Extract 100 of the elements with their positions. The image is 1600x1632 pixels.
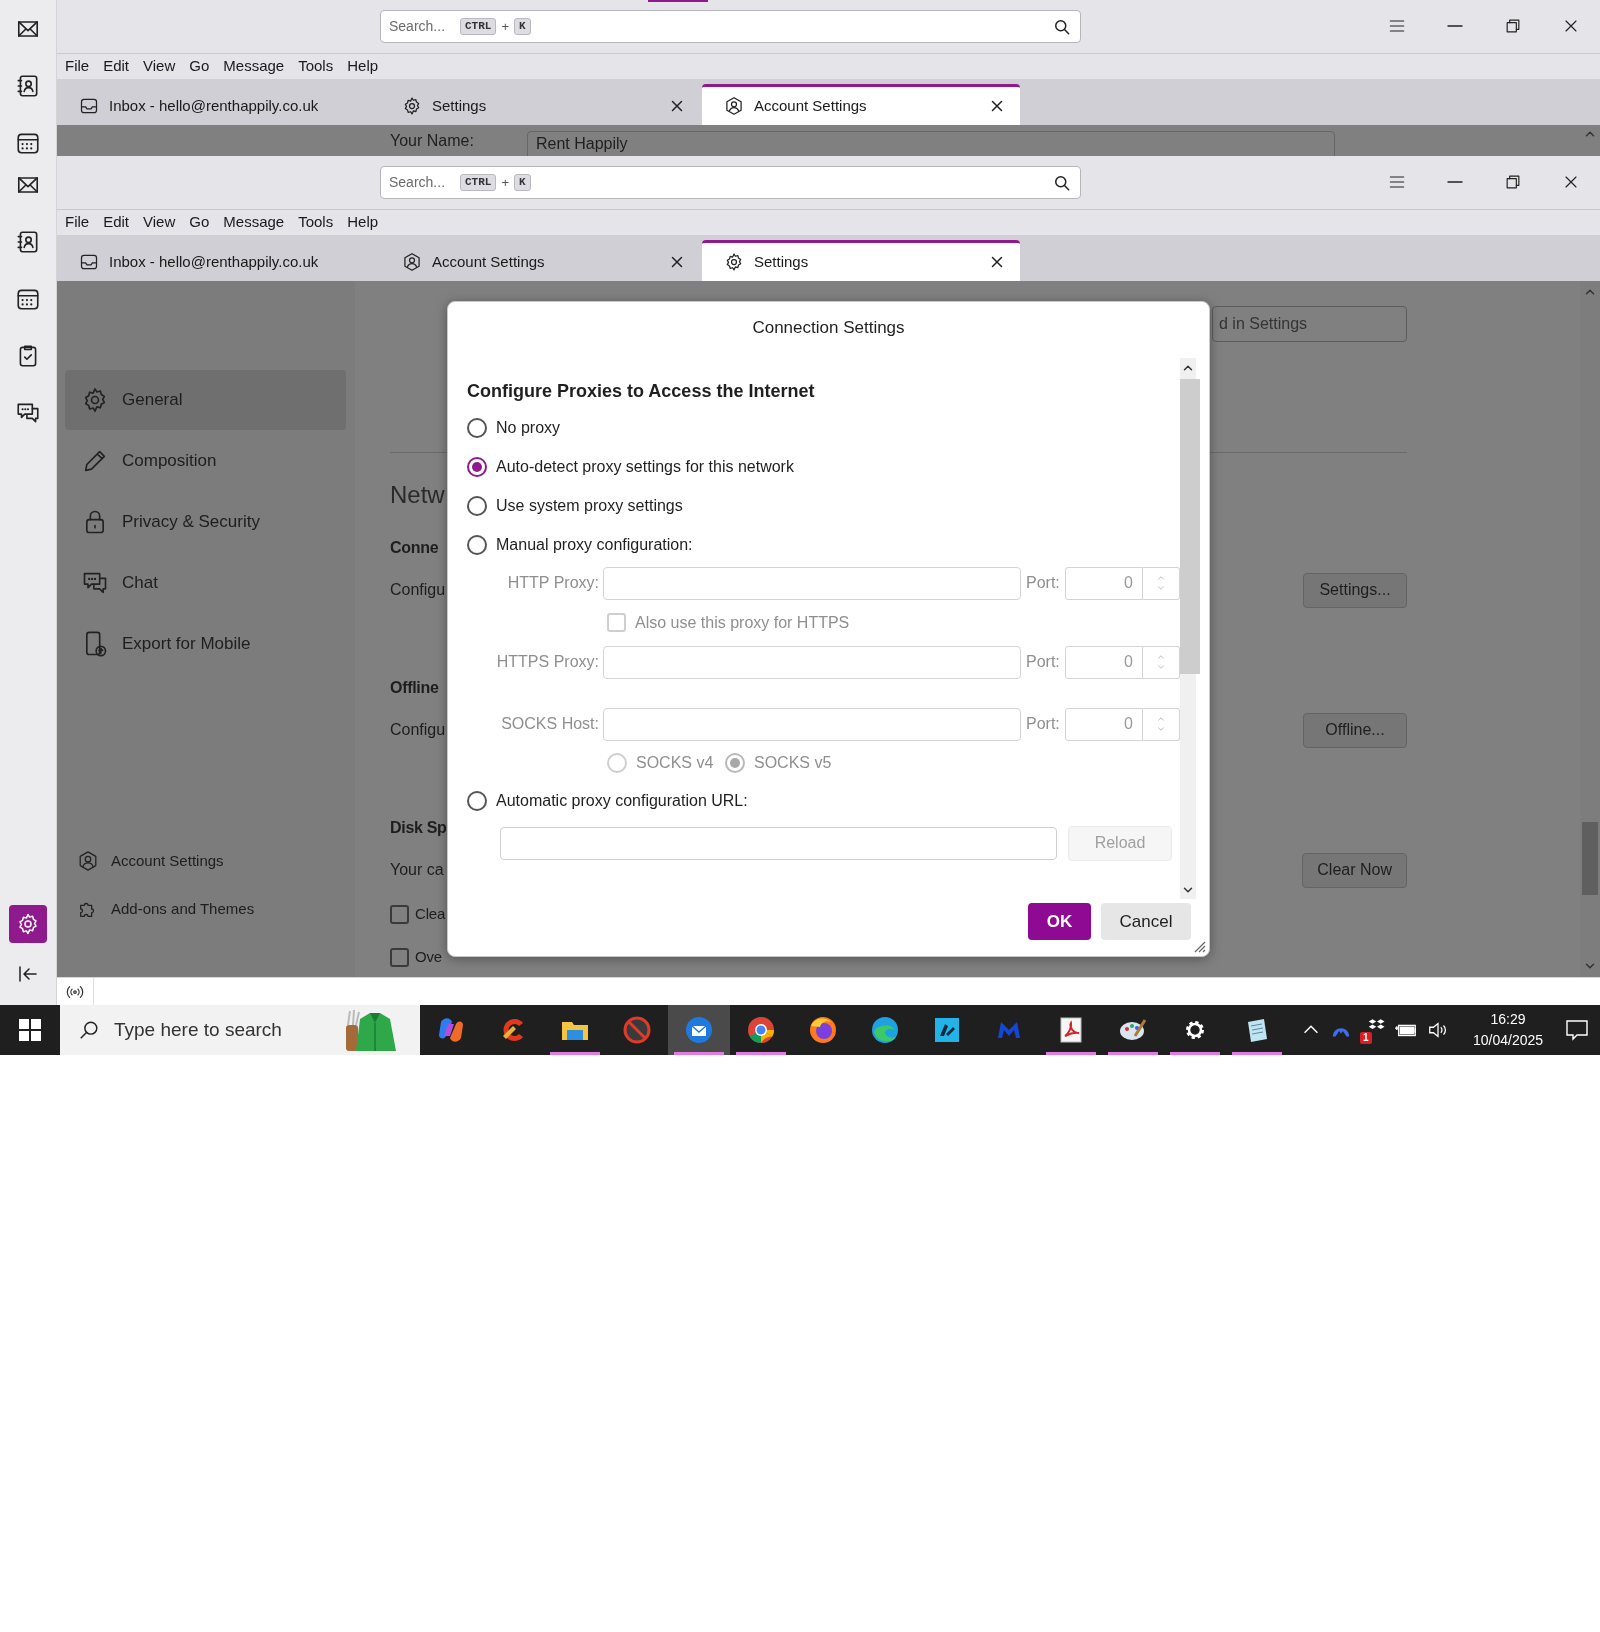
page-button[interactable]: Settings...	[1303, 572, 1407, 608]
menu-item[interactable]: Message	[219, 55, 289, 78]
menu-item[interactable]: File	[61, 55, 94, 78]
key-cap: K	[514, 18, 531, 35]
key-cap: K	[514, 174, 531, 191]
mail-app-icon	[683, 1014, 715, 1046]
tab[interactable]: Account Settings	[380, 240, 700, 281]
option-label[interactable]: No proxy	[496, 415, 561, 440]
chevron-down-icon	[1155, 583, 1167, 593]
chevron-up-icon	[1155, 652, 1167, 662]
page-button[interactable]: Clear Now	[1302, 852, 1407, 888]
nav-item[interactable]: Privacy & Security	[65, 492, 346, 552]
tab[interactable]: Inbox - hello@renthappily.co.uk	[57, 240, 378, 281]
description-text: Configu	[390, 580, 446, 600]
search-input[interactable]: Search...	[389, 172, 455, 193]
option-label[interactable]: Auto-detect proxy settings for this network	[496, 454, 794, 479]
checkbox-label: Clea	[415, 904, 446, 925]
chevron-up-icon	[1155, 573, 1167, 583]
tab-label: Settings	[754, 251, 809, 272]
minimize-icon	[1447, 181, 1463, 183]
search-icon	[78, 1019, 100, 1041]
tab-label: Settings	[432, 95, 487, 116]
menu-item[interactable]: File	[61, 211, 94, 234]
port-label: Port:	[1025, 573, 1061, 593]
chevron-up-icon	[1155, 714, 1167, 724]
settings-button[interactable]	[9, 905, 47, 943]
search-bar[interactable]: Search... CTRL + K	[380, 10, 1081, 43]
nav-item[interactable]: Chat	[65, 553, 346, 613]
menu-item[interactable]: View	[139, 211, 180, 234]
resize-grip-icon[interactable]	[1192, 939, 1206, 953]
menu-item[interactable]: View	[139, 55, 180, 78]
nav-item[interactable]: Composition	[65, 431, 346, 491]
browser-icon	[869, 1014, 901, 1046]
field-label: Your Name:	[390, 130, 475, 151]
scrollbar-thumb[interactable]	[1582, 822, 1598, 895]
menu-item[interactable]: Tools	[294, 211, 338, 234]
menu-item[interactable]: Help	[343, 55, 383, 78]
gear-icon	[724, 252, 744, 272]
radio-button[interactable]	[467, 534, 487, 555]
option-label[interactable]: Use system proxy settings	[496, 493, 683, 518]
checkbox[interactable]	[390, 905, 409, 924]
plus-sign: +	[501, 173, 509, 192]
plus-sign: +	[501, 17, 509, 36]
search-bar[interactable]: Search... CTRL + K	[380, 166, 1081, 199]
menu-item[interactable]: Message	[219, 211, 289, 234]
notification-badge: 1	[1360, 1032, 1372, 1044]
checkbox-label: Also use this proxy for HTTPS	[635, 612, 850, 633]
description-text: Your ca	[390, 860, 444, 880]
search-field[interactable]: d in Settings	[1212, 306, 1407, 342]
option-label[interactable]: Automatic proxy configuration URL:	[496, 789, 748, 813]
search-input[interactable]: Search...	[389, 16, 455, 37]
nav-link[interactable]: Add-ons and Themes	[65, 885, 347, 933]
chevron-down-icon	[1155, 662, 1167, 672]
key-cap: CTRL	[460, 174, 497, 191]
inbox-icon	[79, 252, 99, 272]
key-cap: CTRL	[460, 18, 497, 35]
nav-item[interactable]: Export for Mobile	[65, 614, 346, 674]
menu-item[interactable]: Edit	[99, 211, 134, 234]
field-label: SOCKS Host:	[500, 714, 600, 734]
radio-button[interactable]	[467, 417, 487, 438]
radio-button[interactable]	[467, 495, 487, 516]
port-label: Port:	[1025, 652, 1061, 672]
browser-icon	[745, 1014, 777, 1046]
clock-time: 16:29	[1490, 1010, 1526, 1029]
taskbar-button[interactable]	[668, 1005, 730, 1055]
section-heading: Configure Proxies to Access the Internet	[467, 379, 815, 403]
account-icon	[402, 252, 422, 272]
nav-link[interactable]: Account Settings	[65, 837, 347, 885]
menu-item[interactable]: Go	[185, 211, 214, 234]
radio-button[interactable]	[467, 791, 487, 811]
tab[interactable]: Settings	[702, 240, 1020, 281]
field-label: HTTP Proxy:	[506, 573, 600, 593]
description-text: Configu	[390, 720, 446, 740]
taskbar-search-box[interactable]: Type here to search	[60, 1005, 420, 1055]
ok-button[interactable]: OK	[1028, 903, 1091, 940]
name-field[interactable]: Rent Happily	[527, 130, 1335, 156]
clock[interactable]: 16:29 10/04/2025	[1462, 1005, 1554, 1055]
page-button[interactable]: Offline...	[1303, 712, 1407, 748]
tab[interactable]: Inbox - hello@renthappily.co.uk	[57, 84, 378, 125]
tab-label: Account Settings	[754, 95, 867, 116]
notification-icon[interactable]	[1564, 1019, 1589, 1041]
scrollbar-thumb[interactable]	[1180, 379, 1200, 674]
tab[interactable]: Settings	[380, 84, 700, 125]
menu-item[interactable]: Help	[343, 211, 383, 234]
tab-label: Inbox - hello@renthappily.co.uk	[109, 95, 319, 116]
checkbox[interactable]	[390, 948, 409, 967]
section-heading: Offline	[390, 678, 439, 698]
menu-item[interactable]: Tools	[294, 55, 338, 78]
port-label: Port:	[1025, 714, 1061, 734]
start-icon	[19, 1019, 41, 1041]
menu-item[interactable]: Go	[185, 55, 214, 78]
tab[interactable]: Account Settings	[702, 84, 1020, 125]
cancel-button[interactable]: Cancel	[1101, 903, 1191, 940]
browser-icon	[807, 1014, 839, 1046]
radio-button[interactable]	[467, 456, 487, 477]
menu-item[interactable]: Edit	[99, 55, 134, 78]
dialog-title: Connection Settings	[752, 317, 905, 340]
option-label[interactable]: Manual proxy configuration:	[496, 532, 693, 557]
account-icon	[77, 850, 99, 872]
inbox-icon	[79, 96, 99, 116]
